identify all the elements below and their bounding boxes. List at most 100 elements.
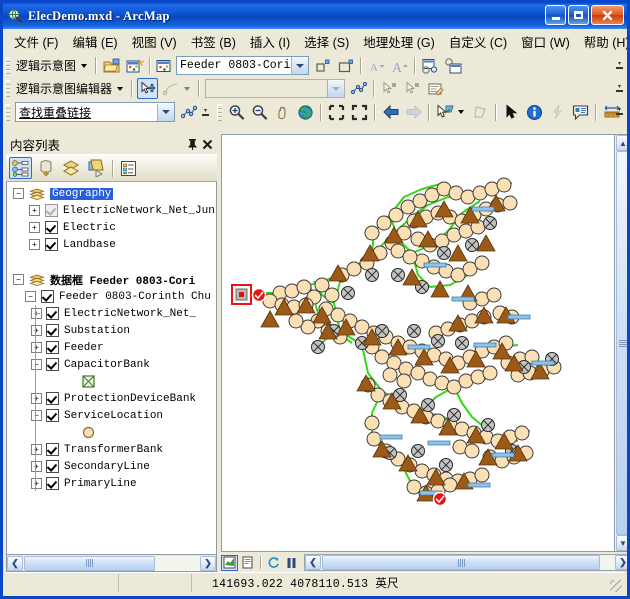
list-by-drawing-order-tab[interactable] [9,157,32,179]
schematic-editor-combo[interactable] [205,79,345,98]
map-horizontal-scrollbar[interactable]: ❮ ❯ [304,554,630,571]
layer-capacitorbank[interactable]: − CapacitorBank [7,356,216,373]
layer-checkbox[interactable] [46,307,59,320]
scroll-right-button[interactable]: ❯ [615,555,630,570]
trace-task-button[interactable] [178,102,199,123]
new-diagram-button[interactable] [124,55,145,76]
layer-checkbox[interactable] [46,443,59,456]
expander-icon[interactable]: + [29,239,40,250]
chevron-down-icon[interactable] [291,57,308,74]
menu-view[interactable]: 视图 (V) [125,29,184,54]
layer-checkbox[interactable] [46,324,59,337]
layer-transformerbank[interactable]: + TransformerBank [7,441,216,458]
scroll-left-button[interactable]: ❮ [305,555,321,570]
fixed-zoom-out-icon[interactable] [349,102,370,123]
scroll-track[interactable] [616,151,630,535]
toolbar-grip[interactable] [217,104,222,121]
expander-icon[interactable]: + [29,222,40,233]
scroll-thumb[interactable] [322,555,600,570]
scroll-up-button[interactable]: ▲ [616,135,630,151]
toolbar-overflow-button[interactable]: ▾ [614,56,625,74]
toc-tree[interactable]: − Geography + Electri [6,182,217,555]
close-button[interactable] [591,5,624,25]
list-by-selection-tab[interactable] [84,157,107,179]
menu-help[interactable]: 帮助 (H) [577,29,630,54]
layer-servicelocation[interactable]: − ServiceLocation [7,407,216,424]
layer-checkbox[interactable] [46,409,59,422]
layer-checkbox[interactable] [45,221,58,234]
fixed-zoom-in-icon[interactable] [326,102,347,123]
layer-checkbox[interactable] [46,460,59,473]
group-feeder-0803-corinth[interactable]: − Feeder 0803-Corinth Chu [7,288,216,305]
chevron-down-icon[interactable] [184,87,190,91]
menu-window[interactable]: 窗口 (W) [514,29,577,54]
pause-drawing-button[interactable] [283,555,300,571]
expander-icon[interactable]: + [31,444,42,455]
select-elements-icon[interactable] [470,102,491,123]
zoom-out-icon[interactable] [249,102,270,123]
full-extent-icon[interactable] [295,102,316,123]
maximize-button[interactable] [568,5,589,25]
open-diagram-button[interactable] [101,55,122,76]
select-node-button[interactable] [379,78,400,99]
expander-icon[interactable]: + [31,478,42,489]
select-features-icon[interactable] [434,102,455,123]
diagram-select[interactable]: Feeder 0803-Corint [176,56,309,75]
layout-view-button[interactable] [239,555,256,571]
scroll-right-button[interactable]: ❯ [200,556,216,571]
layer-secondaryline[interactable]: + SecondaryLine [7,458,216,475]
identify-icon[interactable] [524,102,545,123]
layer-electricnetwork-net-junctions[interactable]: + ElectricNetwork_Net_Jun [7,202,216,219]
expander-icon[interactable]: − [13,188,24,199]
schematic-editor-label[interactable]: 逻辑示意图编辑器 [13,79,115,98]
expander-icon[interactable]: − [25,291,36,302]
scroll-down-button[interactable]: ▼ [616,535,630,551]
menu-selection[interactable]: 选择 (S) [297,29,356,54]
minimize-button[interactable] [545,5,566,25]
layer-checkbox[interactable] [45,238,58,251]
list-by-source-tab[interactable] [34,157,57,179]
layer-electric[interactable]: + Electric [7,219,216,236]
layer-checkbox[interactable] [46,358,59,371]
layer-protectiondevicebank[interactable]: + ProtectionDeviceBank [7,390,216,407]
menu-geoprocessing[interactable]: 地理处理 (G) [356,29,442,54]
html-popup-icon[interactable] [570,102,591,123]
find-task-combo[interactable]: 查找重叠链接 [15,102,175,122]
expander-icon[interactable]: − [31,410,42,421]
data-frame-geography[interactable]: − Geography [7,185,216,202]
pin-icon[interactable] [185,137,200,152]
layer-primaryline[interactable]: + PrimaryLine [7,475,216,492]
group-checkbox[interactable] [41,290,54,303]
scroll-left-button[interactable]: ❮ [7,556,23,571]
resize-grip[interactable] [610,580,622,592]
expander-icon[interactable]: − [31,359,42,370]
go-back-icon[interactable] [380,102,401,123]
refresh-view-button[interactable] [265,555,282,571]
chevron-down-icon[interactable] [117,87,123,91]
options-tab[interactable] [117,157,140,179]
list-by-visibility-tab[interactable] [59,157,82,179]
data-frame-feeder-0803[interactable]: − 数据框 Feeder 0803-Cori [7,271,216,288]
menu-insert[interactable]: 插入 (I) [243,29,297,54]
menu-file[interactable]: 文件 (F) [7,29,65,54]
toolbar-overflow-button[interactable]: ▾ [200,103,211,121]
pointer-icon[interactable] [501,102,522,123]
increase-label-size-button[interactable]: A [389,55,410,76]
schematic-toolbar-label[interactable]: 逻辑示意图 [13,56,79,75]
scroll-track[interactable] [321,555,615,570]
expander-icon[interactable]: − [13,274,24,285]
layer-feeder[interactable]: + Feeder [7,339,216,356]
layer-electricnetwork-net[interactable]: + ElectricNetwork_Net_ [7,305,216,322]
save-diagram-button[interactable] [443,55,464,76]
toolbar-grip[interactable] [5,57,10,74]
layer-checkbox[interactable] [46,392,59,405]
toolbar-grip[interactable] [5,104,10,121]
scroll-thumb[interactable] [616,151,630,535]
toolbar-grip[interactable] [5,80,10,97]
move-element-button[interactable] [137,78,158,99]
edit-link-button[interactable] [160,78,181,99]
layer-landbase[interactable]: + Landbase [7,236,216,253]
layer-substation[interactable]: + Substation [7,322,216,339]
toc-horizontal-scrollbar[interactable]: ❮ ❯ [6,555,217,572]
scroll-thumb[interactable] [24,556,155,571]
